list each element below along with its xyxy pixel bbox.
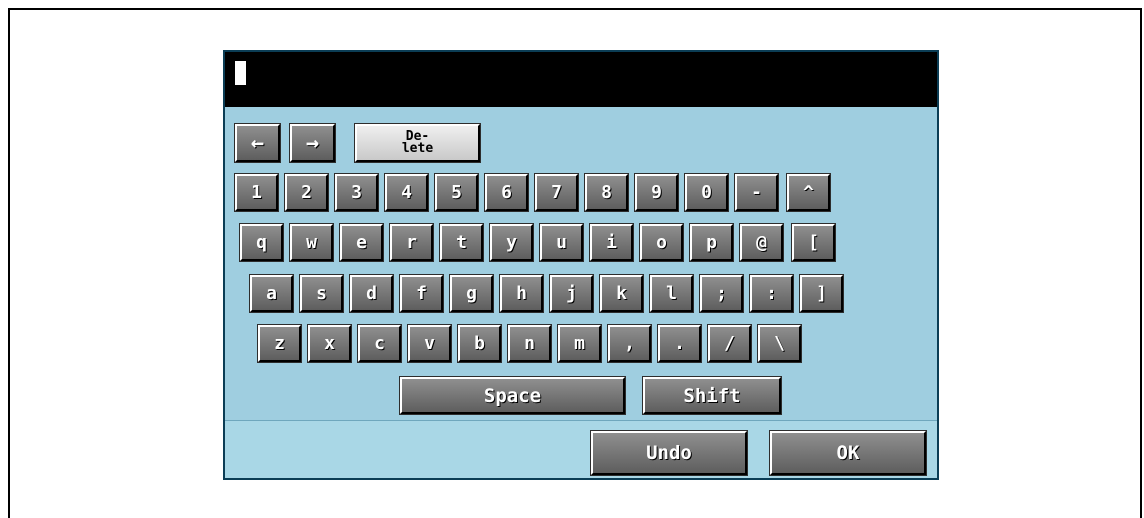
key-slash[interactable]: / — [707, 324, 752, 363]
key-v[interactable]: v — [407, 324, 452, 363]
key-0[interactable]: 0 — [684, 173, 729, 212]
key-2[interactable]: 2 — [284, 173, 329, 212]
key-3[interactable]: 3 — [334, 173, 379, 212]
key-r[interactable]: r — [389, 223, 434, 262]
key-q[interactable]: q — [239, 223, 284, 262]
key-s[interactable]: s — [299, 274, 344, 313]
ok-button[interactable]: OK — [769, 430, 927, 476]
text-cursor — [235, 61, 246, 85]
key-8[interactable]: 8 — [584, 173, 629, 212]
space-button[interactable]: Space — [399, 376, 626, 415]
key-d[interactable]: d — [349, 274, 394, 313]
key-k[interactable]: k — [599, 274, 644, 313]
key-caret[interactable]: ^ — [786, 173, 831, 212]
key-n[interactable]: n — [507, 324, 552, 363]
key-p[interactable]: p — [689, 223, 734, 262]
key-backslash[interactable]: \ — [757, 324, 802, 363]
key-at[interactable]: @ — [739, 223, 784, 262]
key-period[interactable]: . — [657, 324, 702, 363]
key-5[interactable]: 5 — [434, 173, 479, 212]
key-1[interactable]: 1 — [234, 173, 279, 212]
cursor-right-button[interactable]: → — [289, 123, 336, 163]
key-right-bracket[interactable]: ] — [799, 274, 844, 313]
undo-button[interactable]: Undo — [590, 430, 748, 476]
keyboard-area: ← → De- lete 1 2 3 4 5 6 7 8 9 0 - ^ q w… — [225, 107, 937, 421]
key-w[interactable]: w — [289, 223, 334, 262]
key-c[interactable]: c — [357, 324, 402, 363]
key-f[interactable]: f — [399, 274, 444, 313]
key-comma[interactable]: , — [607, 324, 652, 363]
delete-label-2: lete — [401, 141, 434, 156]
delete-button[interactable]: De- lete — [354, 123, 481, 163]
key-z[interactable]: z — [257, 324, 302, 363]
key-6[interactable]: 6 — [484, 173, 529, 212]
key-m[interactable]: m — [557, 324, 602, 363]
key-x[interactable]: x — [307, 324, 352, 363]
key-u[interactable]: u — [539, 223, 584, 262]
key-j[interactable]: j — [549, 274, 594, 313]
key-b[interactable]: b — [457, 324, 502, 363]
key-o[interactable]: o — [639, 223, 684, 262]
key-h[interactable]: h — [499, 274, 544, 313]
key-i[interactable]: i — [589, 223, 634, 262]
key-left-bracket[interactable]: [ — [791, 223, 836, 262]
cursor-left-button[interactable]: ← — [234, 123, 281, 163]
text-input[interactable] — [225, 52, 937, 107]
key-e[interactable]: e — [339, 223, 384, 262]
key-7[interactable]: 7 — [534, 173, 579, 212]
key-9[interactable]: 9 — [634, 173, 679, 212]
key-a[interactable]: a — [249, 274, 294, 313]
keyboard-dialog: ← → De- lete 1 2 3 4 5 6 7 8 9 0 - ^ q w… — [223, 50, 939, 480]
key-l[interactable]: l — [649, 274, 694, 313]
key-colon[interactable]: : — [749, 274, 794, 313]
key-semicolon[interactable]: ; — [699, 274, 744, 313]
key-4[interactable]: 4 — [384, 173, 429, 212]
key-g[interactable]: g — [449, 274, 494, 313]
shift-button[interactable]: Shift — [642, 376, 782, 415]
key-minus[interactable]: - — [734, 173, 779, 212]
key-t[interactable]: t — [439, 223, 484, 262]
key-y[interactable]: y — [489, 223, 534, 262]
